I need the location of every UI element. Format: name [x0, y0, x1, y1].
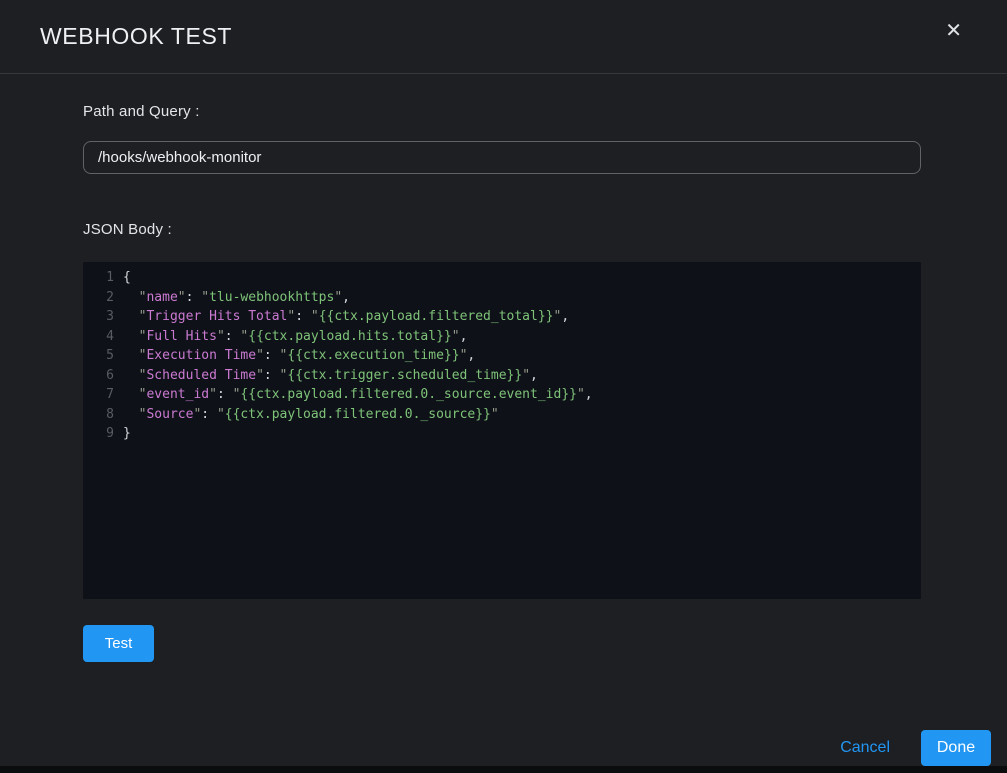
code-token: Trigger Hits Total — [146, 309, 287, 324]
code-token: : — [295, 309, 311, 324]
code-token: name — [146, 290, 177, 305]
code-token: " — [123, 348, 146, 363]
code-token: : — [186, 290, 202, 305]
line-number: 9 — [83, 424, 114, 444]
code-content: "event_id": "{{ctx.payload.filtered.0._s… — [114, 385, 593, 405]
test-button[interactable]: Test — [83, 625, 154, 662]
code-token: , — [561, 309, 569, 324]
code-token: " — [123, 329, 146, 344]
line-number: 4 — [83, 327, 114, 347]
code-content: "Execution Time": "{{ctx.execution_time}… — [114, 346, 475, 366]
code-token: , — [585, 387, 593, 402]
code-token: , — [530, 368, 538, 383]
code-editor-lines: 1{2 "name": "tlu-webhookhttps",3 "Trigge… — [83, 268, 921, 444]
code-token: {{ctx.payload.hits.total}} — [248, 329, 452, 344]
code-token: } — [123, 426, 131, 441]
code-token: " — [334, 290, 342, 305]
line-number: 6 — [83, 366, 114, 386]
code-token: , — [467, 348, 475, 363]
code-token: " — [452, 329, 460, 344]
code-token: Source — [146, 407, 193, 422]
code-content: "Trigger Hits Total": "{{ctx.payload.fil… — [114, 307, 569, 327]
code-token: " — [256, 348, 264, 363]
dialog-body: Path and Query : JSON Body : 1{2 "name":… — [0, 74, 1007, 662]
code-line: 2 "name": "tlu-webhookhttps", — [83, 288, 921, 308]
code-token: " — [522, 368, 530, 383]
code-token: {{ctx.payload.filtered.0._source.event_i… — [240, 387, 577, 402]
line-number: 3 — [83, 307, 114, 327]
code-token: event_id — [146, 387, 209, 402]
code-token: " — [491, 407, 499, 422]
code-token: " — [217, 329, 225, 344]
close-icon[interactable]: ✕ — [945, 20, 962, 40]
code-line: 1{ — [83, 268, 921, 288]
code-token: " — [123, 309, 146, 324]
code-token: {{ctx.payload.filtered_total}} — [319, 309, 554, 324]
code-content: "Scheduled Time": "{{ctx.trigger.schedul… — [114, 366, 538, 386]
dialog-header: WEBHOOK TEST ✕ — [0, 0, 1007, 74]
code-content: } — [114, 424, 131, 444]
code-line: 4 "Full Hits": "{{ctx.payload.hits.total… — [83, 327, 921, 347]
code-token: tlu-webhookhttps — [209, 290, 334, 305]
code-line: 8 "Source": "{{ctx.payload.filtered.0._s… — [83, 405, 921, 425]
code-content: { — [114, 268, 131, 288]
code-line: 5 "Execution Time": "{{ctx.execution_tim… — [83, 346, 921, 366]
code-token: : — [264, 368, 280, 383]
json-body-editor[interactable]: 1{2 "name": "tlu-webhookhttps",3 "Trigge… — [83, 262, 921, 599]
code-content: "Source": "{{ctx.payload.filtered.0._sou… — [114, 405, 499, 425]
code-token: {{ctx.trigger.scheduled_time}} — [287, 368, 522, 383]
code-token: " — [123, 368, 146, 383]
code-token: " — [201, 290, 209, 305]
code-token: " — [577, 387, 585, 402]
code-line: 7 "event_id": "{{ctx.payload.filtered.0.… — [83, 385, 921, 405]
code-token: : — [264, 348, 280, 363]
code-line: 9} — [83, 424, 921, 444]
code-token: Full Hits — [146, 329, 216, 344]
line-number: 1 — [83, 268, 114, 288]
code-token: " — [217, 407, 225, 422]
dialog-title: WEBHOOK TEST — [0, 23, 232, 50]
code-token: { — [123, 270, 131, 285]
cancel-button[interactable]: Cancel — [840, 739, 890, 757]
line-number: 7 — [83, 385, 114, 405]
code-token: " — [311, 309, 319, 324]
code-token: " — [178, 290, 186, 305]
code-token: : — [201, 407, 217, 422]
code-token: Execution Time — [146, 348, 256, 363]
code-token: " — [256, 368, 264, 383]
code-line: 6 "Scheduled Time": "{{ctx.trigger.sched… — [83, 366, 921, 386]
webhook-test-dialog: WEBHOOK TEST ✕ Path and Query : JSON Bod… — [0, 0, 1007, 766]
code-line: 3 "Trigger Hits Total": "{{ctx.payload.f… — [83, 307, 921, 327]
json-body-label: JSON Body : — [83, 221, 921, 238]
code-token: Scheduled Time — [146, 368, 256, 383]
code-token: {{ctx.payload.filtered.0._source}} — [225, 407, 491, 422]
code-token: , — [342, 290, 350, 305]
code-token: " — [123, 387, 146, 402]
path-and-query-input[interactable] — [83, 141, 921, 174]
code-content: "Full Hits": "{{ctx.payload.hits.total}}… — [114, 327, 467, 347]
done-button[interactable]: Done — [921, 730, 991, 766]
code-token: : — [225, 329, 241, 344]
code-token: , — [460, 329, 468, 344]
code-token: " — [209, 387, 217, 402]
line-number: 8 — [83, 405, 114, 425]
code-token: : — [217, 387, 233, 402]
line-number: 2 — [83, 288, 114, 308]
line-number: 5 — [83, 346, 114, 366]
dialog-footer: Cancel Done — [840, 730, 991, 766]
code-token: " — [123, 407, 146, 422]
path-and-query-label: Path and Query : — [83, 103, 921, 120]
code-content: "name": "tlu-webhookhttps", — [114, 288, 350, 308]
code-token: " — [123, 290, 146, 305]
code-token: {{ctx.execution_time}} — [287, 348, 459, 363]
